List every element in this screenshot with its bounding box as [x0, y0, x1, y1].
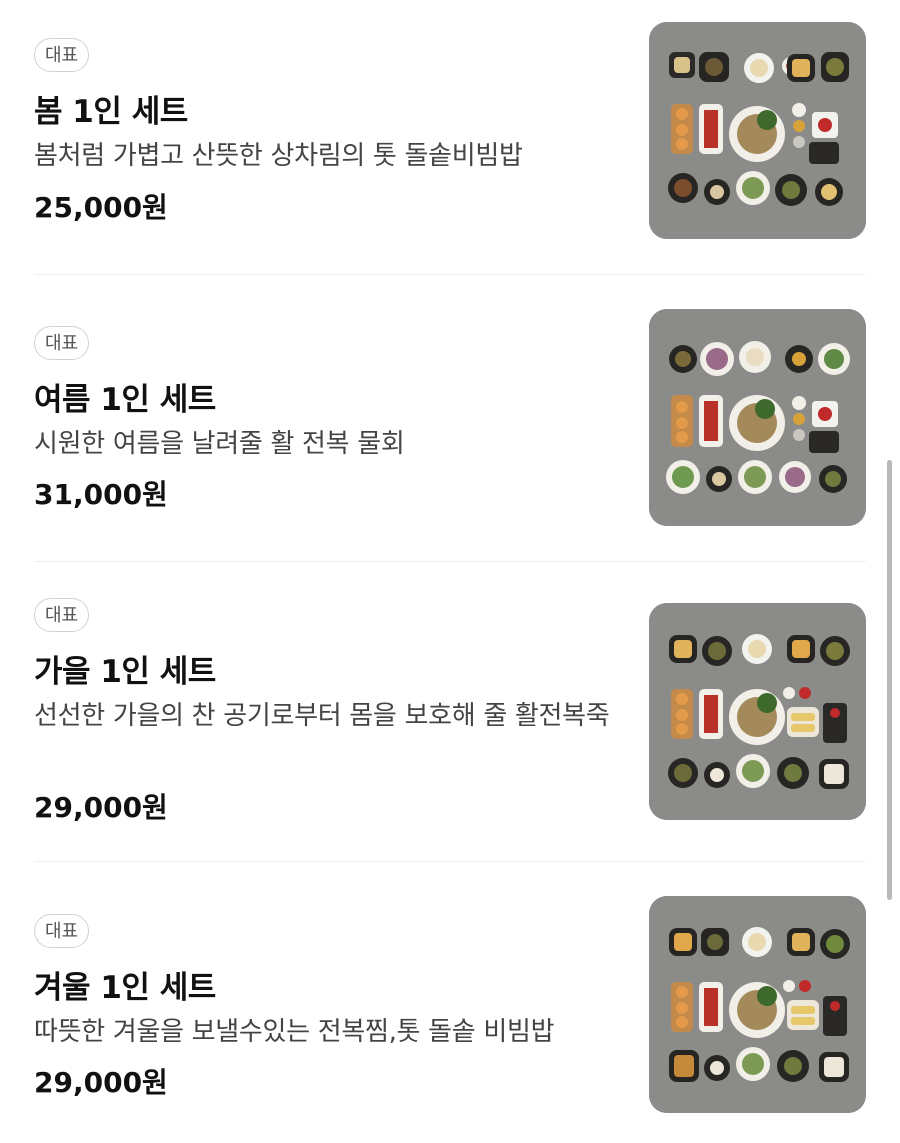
menu-item-description: 시원한 여름을 날려줄 활 전복 물회 — [34, 429, 405, 459]
menu-item-price: 25,000원 — [34, 191, 168, 224]
menu-item-winter[interactable]: 대표 겨울 1인 세트 따뜻한 겨울을 보낼수있는 전복찜,톳 돌솥 비빔밥 2… — [34, 862, 866, 1143]
menu-item-title: 봄 1인 세트 — [34, 94, 188, 130]
menu-item-price: 29,000원 — [34, 1066, 168, 1099]
signature-badge: 대표 — [34, 914, 90, 948]
menu-item-description: 선선한 가을의 찬 공기로부터 몸을 보호해 줄 활전복죽 — [34, 701, 610, 731]
vertical-scrollbar[interactable] — [887, 460, 892, 900]
signature-badge: 대표 — [34, 598, 90, 632]
menu-item-photo[interactable] — [649, 603, 866, 820]
food-photo-illustration — [649, 603, 866, 820]
menu-item-title: 여름 1인 세트 — [34, 382, 216, 418]
menu-item-price: 29,000원 — [34, 791, 168, 824]
menu-item-description: 봄처럼 가볍고 산뜻한 상차림의 톳 돌솥비빔밥 — [34, 141, 523, 171]
menu-item-photo[interactable] — [649, 309, 866, 526]
menu-item-price: 31,000원 — [34, 478, 168, 511]
food-photo-illustration — [649, 22, 866, 239]
menu-item-title: 가을 1인 세트 — [34, 654, 216, 690]
signature-badge: 대표 — [34, 326, 90, 360]
menu-item-photo[interactable] — [649, 896, 866, 1113]
signature-badge: 대표 — [34, 38, 90, 72]
menu-item-autumn[interactable]: 대표 가을 1인 세트 선선한 가을의 찬 공기로부터 몸을 보호해 줄 활전복… — [34, 562, 866, 862]
menu-item-photo[interactable] — [649, 22, 866, 239]
food-photo-illustration — [649, 309, 866, 526]
food-photo-illustration — [649, 896, 866, 1113]
menu-item-summer[interactable]: 대표 여름 1인 세트 시원한 여름을 날려줄 활 전복 물회 31,000원 — [34, 275, 866, 562]
menu-item-spring[interactable]: 대표 봄 1인 세트 봄처럼 가볍고 산뜻한 상차림의 톳 돌솥비빔밥 25,0… — [34, 0, 866, 275]
menu-item-description: 따뜻한 겨울을 보낼수있는 전복찜,톳 돌솥 비빔밥 — [34, 1017, 555, 1047]
menu-list: 대표 봄 1인 세트 봄처럼 가볍고 산뜻한 상차림의 톳 돌솥비빔밥 25,0… — [34, 0, 866, 1143]
menu-item-title: 겨울 1인 세트 — [34, 970, 216, 1006]
